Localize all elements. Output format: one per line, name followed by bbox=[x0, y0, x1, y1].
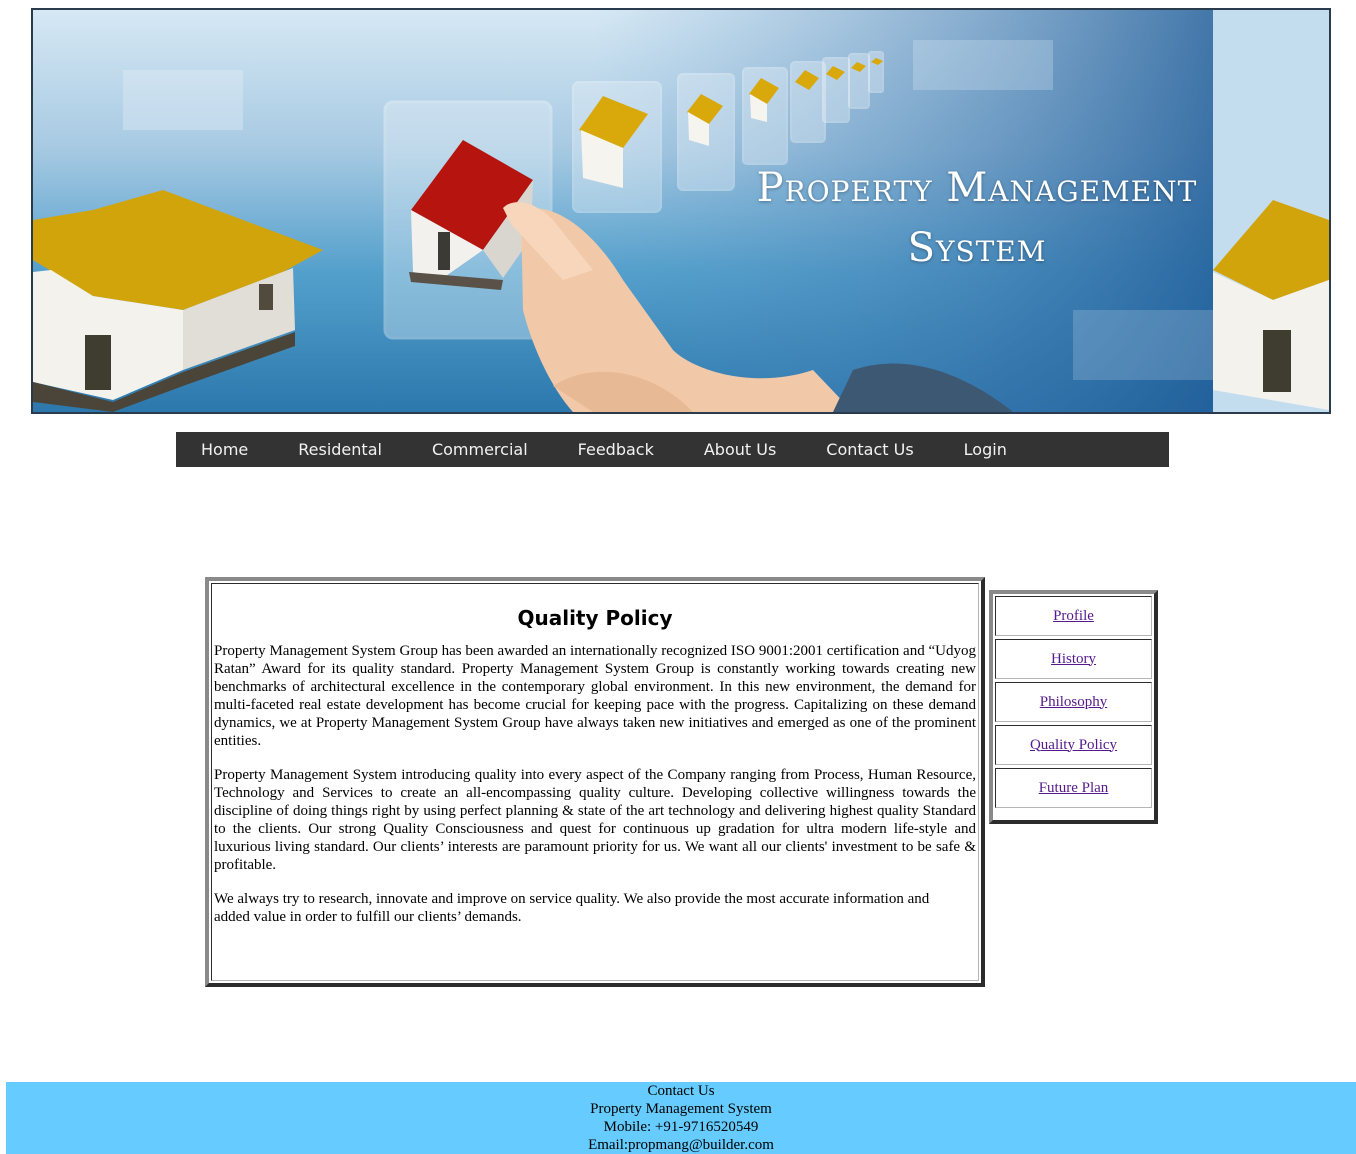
content-paragraph: Property Management System introducing q… bbox=[214, 767, 976, 873]
side-menu-item-profile: Profile bbox=[995, 596, 1152, 636]
banner-title-line1: Property Management bbox=[756, 165, 1198, 211]
main-nav: Home Residental Commercial Feedback Abou… bbox=[176, 432, 1169, 467]
banner-title-line2: System bbox=[907, 225, 1047, 271]
nav-commercial[interactable]: Commercial bbox=[407, 432, 553, 467]
footer-mobile: Mobile: +91-9716520549 bbox=[603, 1119, 759, 1135]
nav-contact-us[interactable]: Contact Us bbox=[801, 432, 938, 467]
nav-login[interactable]: Login bbox=[939, 432, 1032, 467]
page-title: Quality Policy bbox=[517, 606, 673, 630]
content-paragraph: Property Management System Group has bee… bbox=[214, 643, 976, 749]
banner-title: Property Management System bbox=[739, 158, 1215, 278]
footer-company: Property Management System bbox=[590, 1101, 772, 1117]
side-menu-item-history: History bbox=[995, 639, 1152, 679]
history-link[interactable]: History bbox=[1051, 651, 1096, 668]
nav-about-us[interactable]: About Us bbox=[679, 432, 801, 467]
nav-feedback[interactable]: Feedback bbox=[553, 432, 679, 467]
side-menu-item-philosophy: Philosophy bbox=[995, 682, 1152, 722]
quality-policy-link[interactable]: Quality Policy bbox=[1030, 737, 1117, 754]
footer-email: Email:propmang@builder.com bbox=[588, 1137, 774, 1153]
content-paragraph: We always try to research, innovate and … bbox=[214, 891, 930, 925]
philosophy-link[interactable]: Philosophy bbox=[1040, 694, 1108, 711]
nav-home[interactable]: Home bbox=[176, 432, 273, 467]
content-cell: Quality Policy Property Management Syste… bbox=[211, 583, 979, 981]
side-menu: Profile History Philosophy Quality Polic… bbox=[989, 590, 1158, 824]
side-menu-item-quality-policy: Quality Policy bbox=[995, 725, 1152, 765]
side-menu-item-future-plan: Future Plan bbox=[995, 768, 1152, 808]
nav-residental[interactable]: Residental bbox=[273, 432, 407, 467]
profile-link[interactable]: Profile bbox=[1053, 608, 1094, 625]
footer-heading: Contact Us bbox=[647, 1083, 715, 1099]
footer: Contact Us Property Management System Mo… bbox=[6, 1082, 1356, 1154]
header-banner: Property Management System bbox=[31, 8, 1331, 414]
future-plan-link[interactable]: Future Plan bbox=[1039, 780, 1109, 797]
content-panel: Quality Policy Property Management Syste… bbox=[205, 577, 985, 987]
